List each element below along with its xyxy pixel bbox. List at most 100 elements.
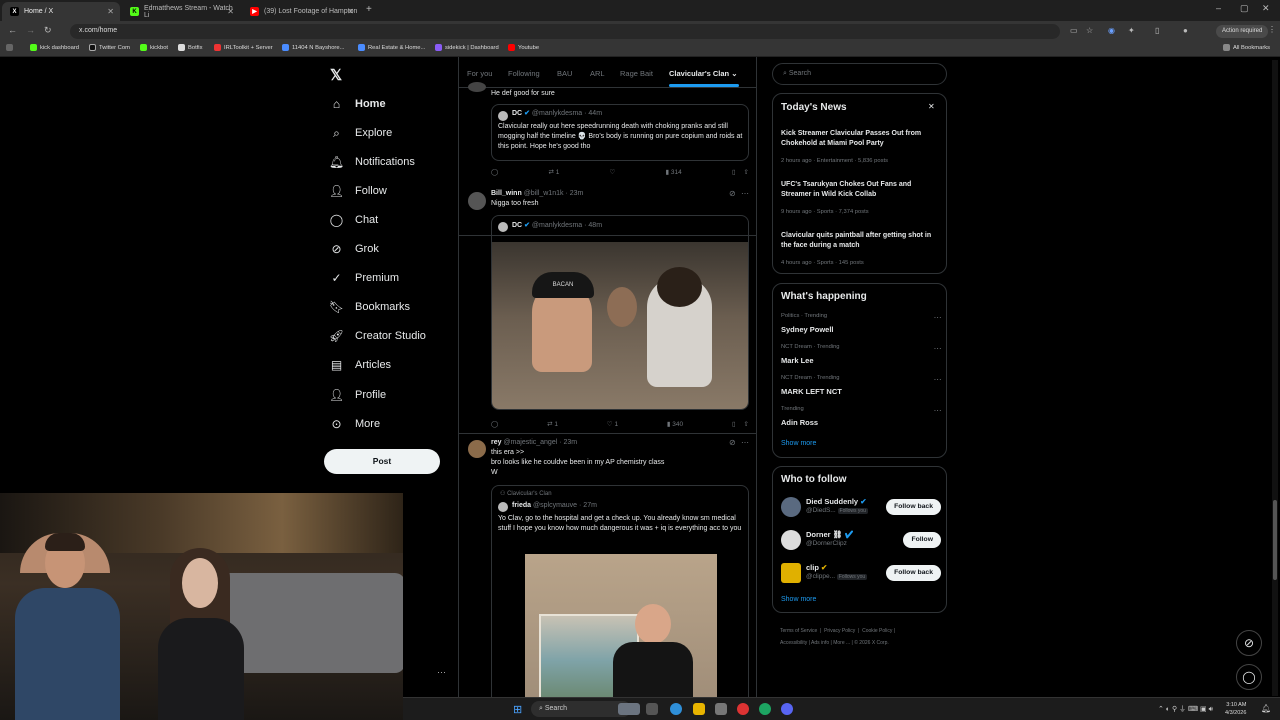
back-icon[interactable]: ← [8, 25, 17, 35]
footer-link[interactable]: Privacy Policy [824, 628, 855, 634]
tab-rage-bait[interactable]: Rage Bait [620, 69, 653, 78]
follow-back-button[interactable]: Follow back [886, 499, 941, 515]
widget-icon[interactable] [618, 703, 640, 715]
bookmark-item[interactable]: kickbot [140, 44, 168, 51]
tab-youtube[interactable]: ▶ (39) Lost Footage of Hampton ✕ [242, 2, 360, 21]
trend-item[interactable]: NCT Dream · Trending Mark Lee ⋯ [781, 344, 941, 368]
tab-following[interactable]: Following [508, 69, 540, 78]
news-item[interactable]: Kick Streamer Clavicular Passes Out from… [781, 129, 941, 167]
nav-notifications[interactable]: 🔔︎ Notifications [329, 150, 415, 174]
edge-icon[interactable] [670, 703, 682, 715]
post-button[interactable]: Post [324, 449, 440, 474]
share-icon[interactable]: ⇧ [744, 168, 749, 176]
scrollbar-thumb[interactable] [1273, 500, 1277, 580]
tweet[interactable]: Bill_winn @bill_w1n1k · 23m ⊘ ⋯ Nigga to… [459, 185, 756, 434]
follow-back-button[interactable]: Follow back [886, 565, 941, 581]
extension-icon[interactable]: ◉ [1108, 26, 1115, 35]
cast-icon[interactable]: ▭ [1070, 26, 1078, 35]
trend-item[interactable]: Trending Adin Ross ⋯ [781, 406, 941, 430]
star-icon[interactable]: ☆ [1086, 26, 1093, 35]
views-icon[interactable]: ▮ 314 [666, 168, 682, 176]
reply-icon[interactable]: ◯ [491, 168, 498, 176]
tab-for-you[interactable]: For you [467, 69, 492, 78]
close-tab-icon[interactable]: ✕ [347, 7, 354, 16]
follow-suggestion[interactable]: clip ✔ @clippe... Follows you Follow bac… [781, 560, 941, 586]
nav-follow[interactable]: 👤︎ Follow [329, 179, 387, 203]
video-thumbnail[interactable] [525, 554, 717, 697]
views-icon[interactable]: ▮ 340 [667, 420, 683, 428]
nav-bookmarks[interactable]: 🔖︎ Bookmarks [329, 295, 410, 319]
puzzle-icon[interactable]: ✦ [1128, 26, 1135, 35]
grok-float-icon[interactable]: ⊘ [1236, 630, 1262, 656]
url-bar[interactable]: x.com/home [70, 24, 1060, 39]
obs-icon[interactable] [737, 703, 749, 715]
footer-link[interactable]: More ... [833, 640, 850, 646]
like-icon[interactable]: ♡ [610, 168, 616, 176]
more-icon[interactable]: ⋯ [933, 344, 941, 353]
bookmark-icon[interactable]: ▯ [732, 168, 736, 176]
chat-float-icon[interactable]: ◯ [1236, 664, 1262, 690]
more-icon[interactable]: ⋯ [933, 406, 941, 415]
discord-icon[interactable] [781, 703, 793, 715]
retweet-icon[interactable]: ⇄ 1 [547, 420, 558, 428]
clock[interactable]: 3:10 AM 4/3/2026 [1225, 701, 1246, 717]
file-explorer-icon[interactable] [693, 703, 705, 715]
close-icon[interactable]: ✕ [928, 102, 935, 111]
bookmark-item[interactable]: kick dashboard [30, 44, 79, 51]
tweet[interactable]: rey @majestic_angel · 23m ⊘ ⋯ this era >… [459, 434, 756, 697]
maximize-icon[interactable]: ▢ [1240, 3, 1249, 14]
bookmark-item[interactable]: Youtube [508, 44, 539, 51]
close-tab-icon[interactable]: ✕ [227, 7, 234, 16]
menu-icon[interactable]: ⋮ [1268, 25, 1276, 34]
follow-suggestion[interactable]: Died Suddenly ✔ @DiedS... Follows you Fo… [781, 494, 941, 520]
grok-icon[interactable]: ⊘ [729, 189, 736, 198]
footer-link[interactable]: Accessibility [780, 640, 807, 646]
nav-more[interactable]: ⊙ More [330, 412, 380, 436]
tab-bau[interactable]: BAU [557, 69, 572, 78]
quote-tweet[interactable]: ⚇ Clavicular's Clan frieda @splcymauve ·… [491, 485, 749, 697]
nav-creator-studio[interactable]: 🚀︎ Creator Studio [329, 324, 426, 348]
nav-articles[interactable]: ▤ Articles [330, 353, 391, 377]
new-tab-icon[interactable]: + [366, 4, 372, 15]
footer-link[interactable]: Cookie Policy [862, 628, 892, 634]
windows-start-icon[interactable]: ⊞ [513, 703, 522, 716]
quote-tweet[interactable]: DC ✔ @manlykdesma · 48m BACAN [491, 215, 749, 410]
like-icon[interactable]: ♡ 1 [607, 420, 618, 428]
news-item[interactable]: UFC's Tsarukyan Chokes Out Fans and Stre… [781, 180, 941, 218]
action-required-button[interactable]: Action required [1216, 25, 1269, 38]
follow-button[interactable]: Follow [903, 532, 941, 548]
more-options-icon[interactable]: ⋯ [437, 667, 446, 678]
close-window-icon[interactable]: ✕ [1262, 3, 1270, 14]
tab-arl[interactable]: ARL [590, 69, 605, 78]
chrome-icon[interactable] [759, 703, 771, 715]
nav-chat[interactable]: ◯ Chat [330, 208, 378, 232]
nav-explore[interactable]: ⌕ Explore [330, 121, 392, 145]
nav-home[interactable]: ⌂ Home [330, 92, 386, 116]
x-logo-icon[interactable]: 𝕏 [330, 66, 342, 84]
follow-suggestion[interactable]: Dorner ⛓ ✔ @DornerClipz Follow [781, 527, 941, 553]
close-tab-icon[interactable]: ✕ [107, 7, 114, 16]
tab-clavicular-clan[interactable]: Clavicular's Clan ⌄ [669, 69, 738, 78]
bookmark-item[interactable]: Real Estate & Home... [358, 44, 425, 51]
task-view-icon[interactable] [646, 703, 658, 715]
bookmark-item[interactable]: Botfix [178, 44, 203, 51]
grok-icon[interactable]: ⊘ [729, 438, 736, 447]
apps-icon[interactable] [6, 44, 13, 51]
reload-icon[interactable]: ↻ [44, 25, 52, 36]
trend-item[interactable]: NCT Dream · Trending MARK LEFT NCT ⋯ [781, 375, 941, 399]
bookmark-icon[interactable]: ▯ [732, 420, 736, 428]
bookmark-item[interactable]: sidekick | Dashboard [435, 44, 499, 51]
share-icon[interactable]: ⇧ [744, 420, 749, 428]
footer-link[interactable]: Terms of Service [780, 628, 817, 634]
more-icon[interactable]: ⋯ [933, 313, 941, 322]
nav-profile[interactable]: 👤︎ Profile [329, 383, 386, 407]
quote-tweet[interactable]: DC ✔ @manlykdesma · 44m Clavicular reall… [491, 104, 749, 161]
show-more-link[interactable]: Show more [781, 596, 816, 603]
more-icon[interactable]: ⋯ [741, 438, 749, 447]
app-icon[interactable] [715, 703, 727, 715]
forward-icon[interactable]: → [26, 25, 35, 35]
bookmark-item[interactable]: 11404 N Bayshore... [282, 44, 344, 51]
bookmark-item[interactable]: IRLToolkit + Server [214, 44, 273, 51]
more-icon[interactable]: ⋯ [933, 375, 941, 384]
notification-bell-icon[interactable]: 🔔︎ [1261, 704, 1271, 713]
